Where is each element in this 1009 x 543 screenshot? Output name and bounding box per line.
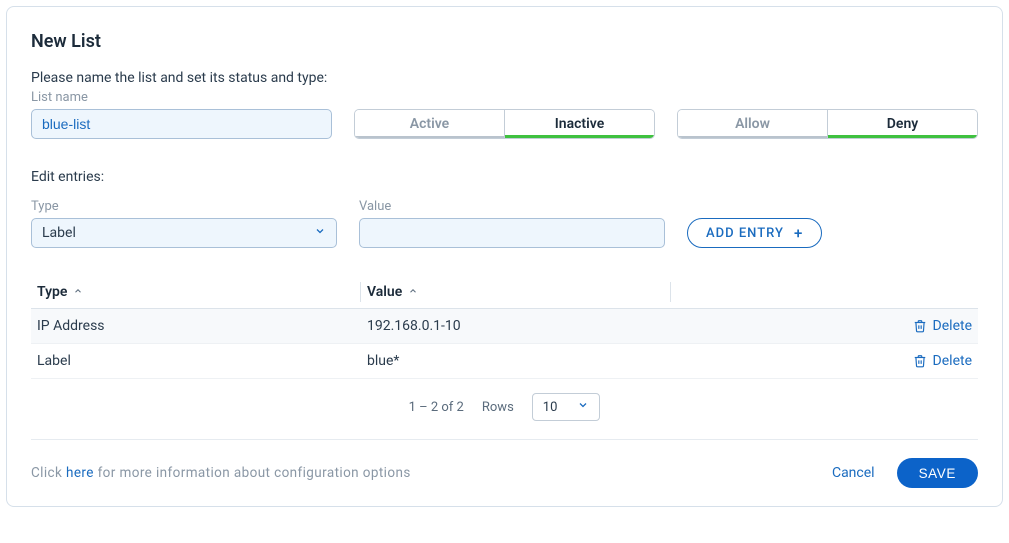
- column-header-type[interactable]: Type: [31, 276, 361, 308]
- value-input[interactable]: [359, 218, 665, 248]
- type-field-wrap: Type Label: [31, 199, 337, 248]
- new-list-card: New List Please name the list and set it…: [6, 6, 1003, 507]
- mode-toggle: Allow Deny: [677, 109, 978, 139]
- help-link[interactable]: here: [66, 465, 94, 481]
- status-toggle: Active Inactive: [354, 109, 655, 139]
- plus-icon: +: [794, 224, 803, 242]
- type-select[interactable]: Label: [31, 218, 337, 248]
- rows-label: Rows: [482, 400, 514, 415]
- cell-value: 192.168.0.1-10: [361, 312, 671, 340]
- sort-asc-icon: [408, 285, 418, 299]
- cell-type: Label: [31, 347, 361, 375]
- type-label: Type: [31, 199, 337, 214]
- cell-type: IP Address: [31, 312, 361, 340]
- status-active-option[interactable]: Active: [355, 110, 504, 138]
- table-header: Type Value: [31, 276, 978, 309]
- add-entry-button[interactable]: ADD ENTRY +: [687, 218, 822, 248]
- table-row: IP Address 192.168.0.1-10 Delete: [31, 309, 978, 344]
- column-header-actions: [671, 276, 978, 308]
- table-row: Label blue* Delete: [31, 344, 978, 379]
- delete-button[interactable]: Delete: [913, 353, 972, 369]
- sort-asc-icon: [73, 285, 83, 299]
- chevron-down-icon: [314, 225, 326, 241]
- trash-icon: [913, 353, 927, 369]
- trash-icon: [913, 318, 927, 334]
- list-name-label: List name: [31, 90, 332, 105]
- status-inactive-option[interactable]: Inactive: [504, 110, 654, 138]
- mode-deny-option[interactable]: Deny: [827, 110, 977, 138]
- mode-allow-option[interactable]: Allow: [678, 110, 827, 138]
- rows-value: 10: [543, 400, 558, 415]
- page-title: New List: [31, 31, 978, 52]
- list-name-input[interactable]: [31, 109, 332, 139]
- delete-button[interactable]: Delete: [913, 318, 972, 334]
- save-button[interactable]: SAVE: [897, 458, 978, 488]
- add-entry-label: ADD ENTRY: [706, 226, 784, 241]
- cell-value: blue*: [361, 347, 671, 375]
- column-header-value[interactable]: Value: [361, 276, 671, 308]
- list-name-field-wrap: List name: [31, 90, 332, 139]
- value-label: Value: [359, 199, 665, 214]
- type-select-value: Label: [42, 225, 76, 241]
- edit-entries-label: Edit entries:: [31, 169, 978, 185]
- page-range: 1 – 2 of 2: [409, 400, 464, 415]
- chevron-down-icon: [577, 399, 589, 415]
- rows-per-page-select[interactable]: 10: [532, 393, 601, 421]
- footer-hint: Click here for more information about co…: [31, 465, 411, 481]
- value-field-wrap: Value: [359, 199, 665, 248]
- cancel-button[interactable]: Cancel: [832, 465, 875, 481]
- instruction-text: Please name the list and set its status …: [31, 70, 978, 86]
- pagination: 1 – 2 of 2 Rows 10: [31, 379, 978, 431]
